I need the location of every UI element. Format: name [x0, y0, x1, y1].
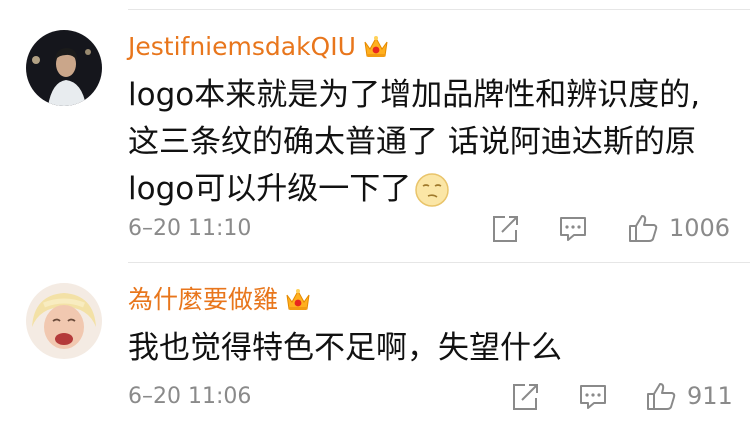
thumbs-up-icon [629, 215, 658, 242]
comment-line: 这三条纹的确太普通了 话说阿迪达斯的原 [128, 124, 696, 160]
share-button[interactable] [510, 382, 540, 412]
avatar[interactable] [26, 283, 102, 359]
like-button[interactable]: 1006 [627, 212, 730, 244]
like-count: 911 [687, 382, 733, 410]
smirk-emoji-icon [414, 172, 450, 222]
comment-line: logo可以升级一下了 [128, 171, 412, 207]
comment-text: logo本来就是为了增加品牌性和辨识度的, 这三条纹的确太普通了 话说阿迪达斯的… [128, 72, 738, 222]
timestamp: 6–20 11:10 [128, 216, 252, 241]
crown-icon [284, 286, 312, 321]
comment-text: 我也觉得特色不足啊，失望什么 [128, 325, 738, 372]
username[interactable]: JestifniemsdakQIU [128, 32, 390, 68]
comment-item: JestifniemsdakQIU logo本来就是为了增加品牌性和辨识度的, … [0, 0, 750, 262]
share-icon [513, 384, 538, 410]
comment-icon [580, 385, 606, 409]
crown-icon [362, 33, 390, 68]
share-icon [493, 216, 518, 242]
comment-item: 為什麼要做雞 我也觉得特色不足啊，失望什么 6–20 11:06 911 [0, 263, 750, 423]
like-button[interactable]: 911 [645, 380, 733, 412]
avatar[interactable] [26, 30, 102, 106]
comment-icon [560, 217, 586, 241]
thumbs-up-icon [647, 383, 676, 410]
username[interactable]: 為什麼要做雞 [128, 285, 312, 321]
comment-line: 我也觉得特色不足啊，失望什么 [128, 330, 562, 366]
timestamp: 6–20 11:06 [128, 384, 252, 409]
comment-line: logo本来就是为了增加品牌性和辨识度的, [128, 77, 701, 113]
reply-button[interactable] [578, 382, 608, 412]
share-button[interactable] [490, 214, 520, 244]
reply-button[interactable] [558, 214, 588, 244]
like-count: 1006 [669, 214, 731, 242]
